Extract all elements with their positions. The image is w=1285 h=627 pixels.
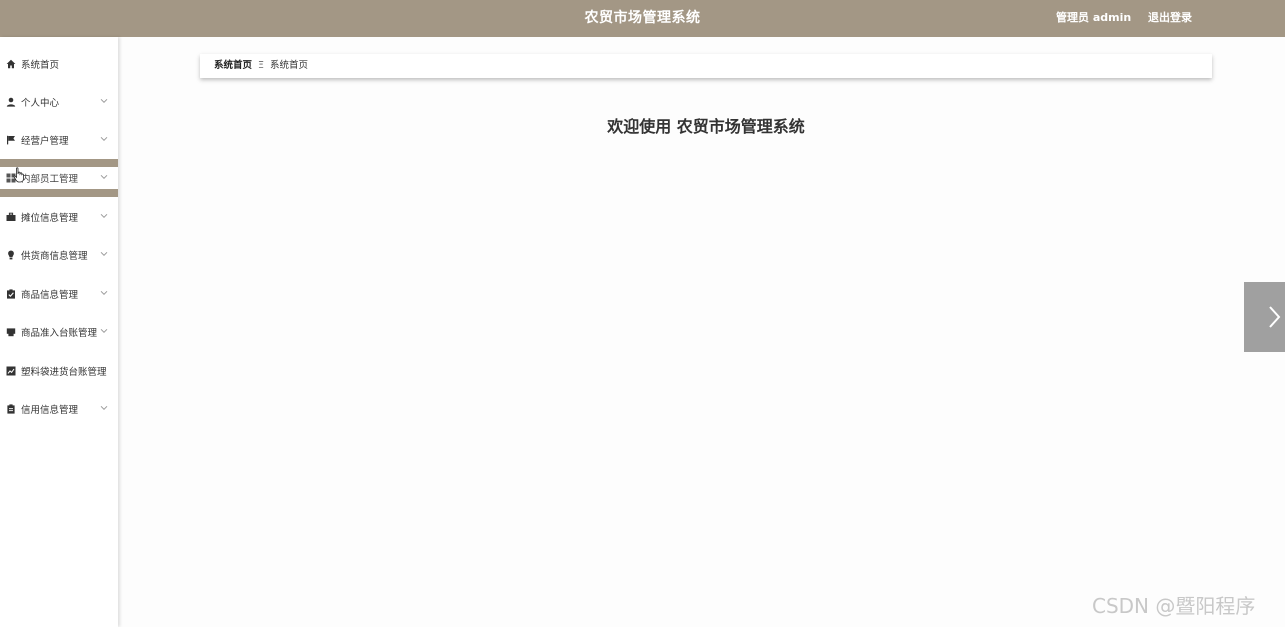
sidebar-item-label: 商品准入台账管理	[21, 328, 98, 339]
sidebar-item-label: 系统首页	[21, 60, 60, 71]
hand-cursor-icon	[13, 167, 24, 183]
chevron-down-icon	[100, 174, 108, 180]
chevron-right-icon	[1269, 306, 1281, 328]
welcome-heading: 欢迎使用 农贸市场管理系统	[607, 117, 805, 136]
sidebar-item-booths[interactable]: 摊位信息管理	[0, 198, 118, 236]
chart-icon	[6, 366, 16, 376]
clipboard-icon	[7, 404, 15, 414]
chevron-down-icon	[100, 405, 108, 411]
sidebar-item-label: 商品信息管理	[21, 290, 79, 301]
sidebar: 系统首页 个人中心 经营户管理 内部员工管理 摊位信息管理 供货商信息管理 商品…	[0, 37, 118, 627]
next-arrow-button[interactable]	[1244, 282, 1285, 352]
home-icon	[6, 59, 16, 69]
sidebar-item-plastic-bag-ledger[interactable]: 塑料袋进货台账管理	[0, 352, 118, 390]
breadcrumb-home-link[interactable]: 系统首页	[214, 60, 252, 71]
briefcase-icon	[6, 212, 16, 221]
chevron-down-icon	[100, 251, 108, 257]
sidebar-item-label: 塑料袋进货台账管理	[21, 367, 107, 378]
flag-icon	[7, 135, 15, 145]
chevron-down-icon	[100, 136, 108, 142]
user-icon	[6, 97, 16, 107]
chevron-down-icon	[100, 290, 108, 296]
sidebar-item-goods[interactable]: 商品信息管理	[0, 275, 118, 313]
top-header: 农贸市场管理系统 管理员 admin 退出登录	[0, 0, 1285, 37]
breadcrumb: 系统首页 Ξ 系统首页	[200, 54, 1212, 78]
chevron-down-icon	[100, 213, 108, 219]
sidebar-item-home[interactable]: 系统首页	[0, 45, 118, 83]
sidebar-item-label: 供货商信息管理	[21, 251, 88, 262]
sidebar-item-label: 经营户管理	[21, 136, 69, 147]
breadcrumb-current: 系统首页	[270, 60, 309, 71]
sidebar-item-operators[interactable]: 经营户管理	[0, 121, 118, 159]
current-user-label: 管理员 admin	[1056, 11, 1132, 24]
clipboard-check-icon	[7, 289, 15, 299]
breadcrumb-separator: Ξ	[258, 60, 265, 71]
watermark: CSDN @暨阳程序	[1092, 594, 1256, 618]
sidebar-item-credit[interactable]: 信用信息管理	[0, 390, 118, 428]
printer-icon	[6, 328, 16, 337]
sidebar-item-label: 信用信息管理	[21, 405, 79, 416]
sidebar-item-label: 个人中心	[21, 98, 60, 109]
sidebar-item-goods-access-ledger[interactable]: 商品准入台账管理	[0, 313, 118, 351]
sidebar-item-suppliers[interactable]: 供货商信息管理	[0, 236, 118, 274]
chevron-down-icon	[100, 98, 108, 104]
sidebar-item-label: 摊位信息管理	[21, 213, 79, 224]
chevron-down-icon	[100, 328, 108, 334]
lightbulb-icon	[8, 250, 14, 260]
sidebar-item-personal-center[interactable]: 个人中心	[0, 83, 118, 121]
sidebar-item-label: 内部员工管理	[21, 174, 79, 185]
logout-link[interactable]: 退出登录	[1148, 0, 1192, 35]
